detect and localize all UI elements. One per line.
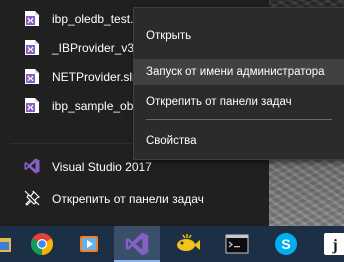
jump-list-unpin-item[interactable]: Открепить от панели задач bbox=[0, 184, 269, 213]
taskbar-app-button[interactable] bbox=[214, 226, 260, 262]
svg-text:j: j bbox=[331, 237, 337, 254]
visual-studio-icon bbox=[125, 232, 149, 256]
chrome-icon bbox=[31, 233, 53, 255]
unpin-icon bbox=[24, 190, 40, 206]
taskbar-app-button-visual-studio[interactable] bbox=[114, 226, 160, 262]
menu-divider bbox=[146, 119, 332, 120]
media-player-icon bbox=[80, 236, 98, 252]
vs-solution-file-icon bbox=[25, 98, 39, 113]
menu-item-run-as-admin[interactable]: Запуск от имени администратора bbox=[134, 59, 344, 85]
recent-file-label: NETProvider.sln bbox=[52, 69, 139, 84]
vs-solution-file-icon bbox=[25, 40, 39, 55]
skype-icon: S bbox=[275, 233, 297, 255]
jump-list-app-label: Visual Studio 2017 bbox=[52, 159, 152, 174]
visual-studio-icon bbox=[24, 158, 40, 174]
taskbar-app-button[interactable]: S bbox=[263, 226, 309, 262]
vs-solution-file-icon bbox=[25, 69, 39, 84]
taskbar-app-button[interactable] bbox=[66, 226, 112, 262]
taskbar-app-button[interactable] bbox=[164, 226, 210, 262]
menu-item-properties[interactable]: Свойства bbox=[134, 128, 344, 154]
context-menu: Открыть Запуск от имени администратора О… bbox=[133, 7, 344, 160]
terminal-icon bbox=[225, 234, 249, 254]
j-app-icon: j bbox=[324, 233, 344, 255]
taskbar-app-button[interactable] bbox=[19, 226, 65, 262]
taskbar: S j bbox=[0, 226, 344, 262]
fish-app-icon bbox=[177, 234, 200, 251]
taskbar-app-button[interactable]: j bbox=[312, 226, 344, 262]
svg-text:S: S bbox=[281, 236, 290, 252]
menu-item-open[interactable]: Открыть bbox=[134, 23, 344, 49]
jump-list-unpin-label: Открепить от панели задач bbox=[52, 191, 204, 206]
menu-item-unpin[interactable]: Открепить от панели задач bbox=[134, 89, 344, 115]
recent-file-label: ibp_sample_obj... bbox=[52, 98, 147, 113]
vs-solution-file-icon bbox=[25, 11, 39, 26]
file-explorer-icon bbox=[0, 238, 11, 252]
